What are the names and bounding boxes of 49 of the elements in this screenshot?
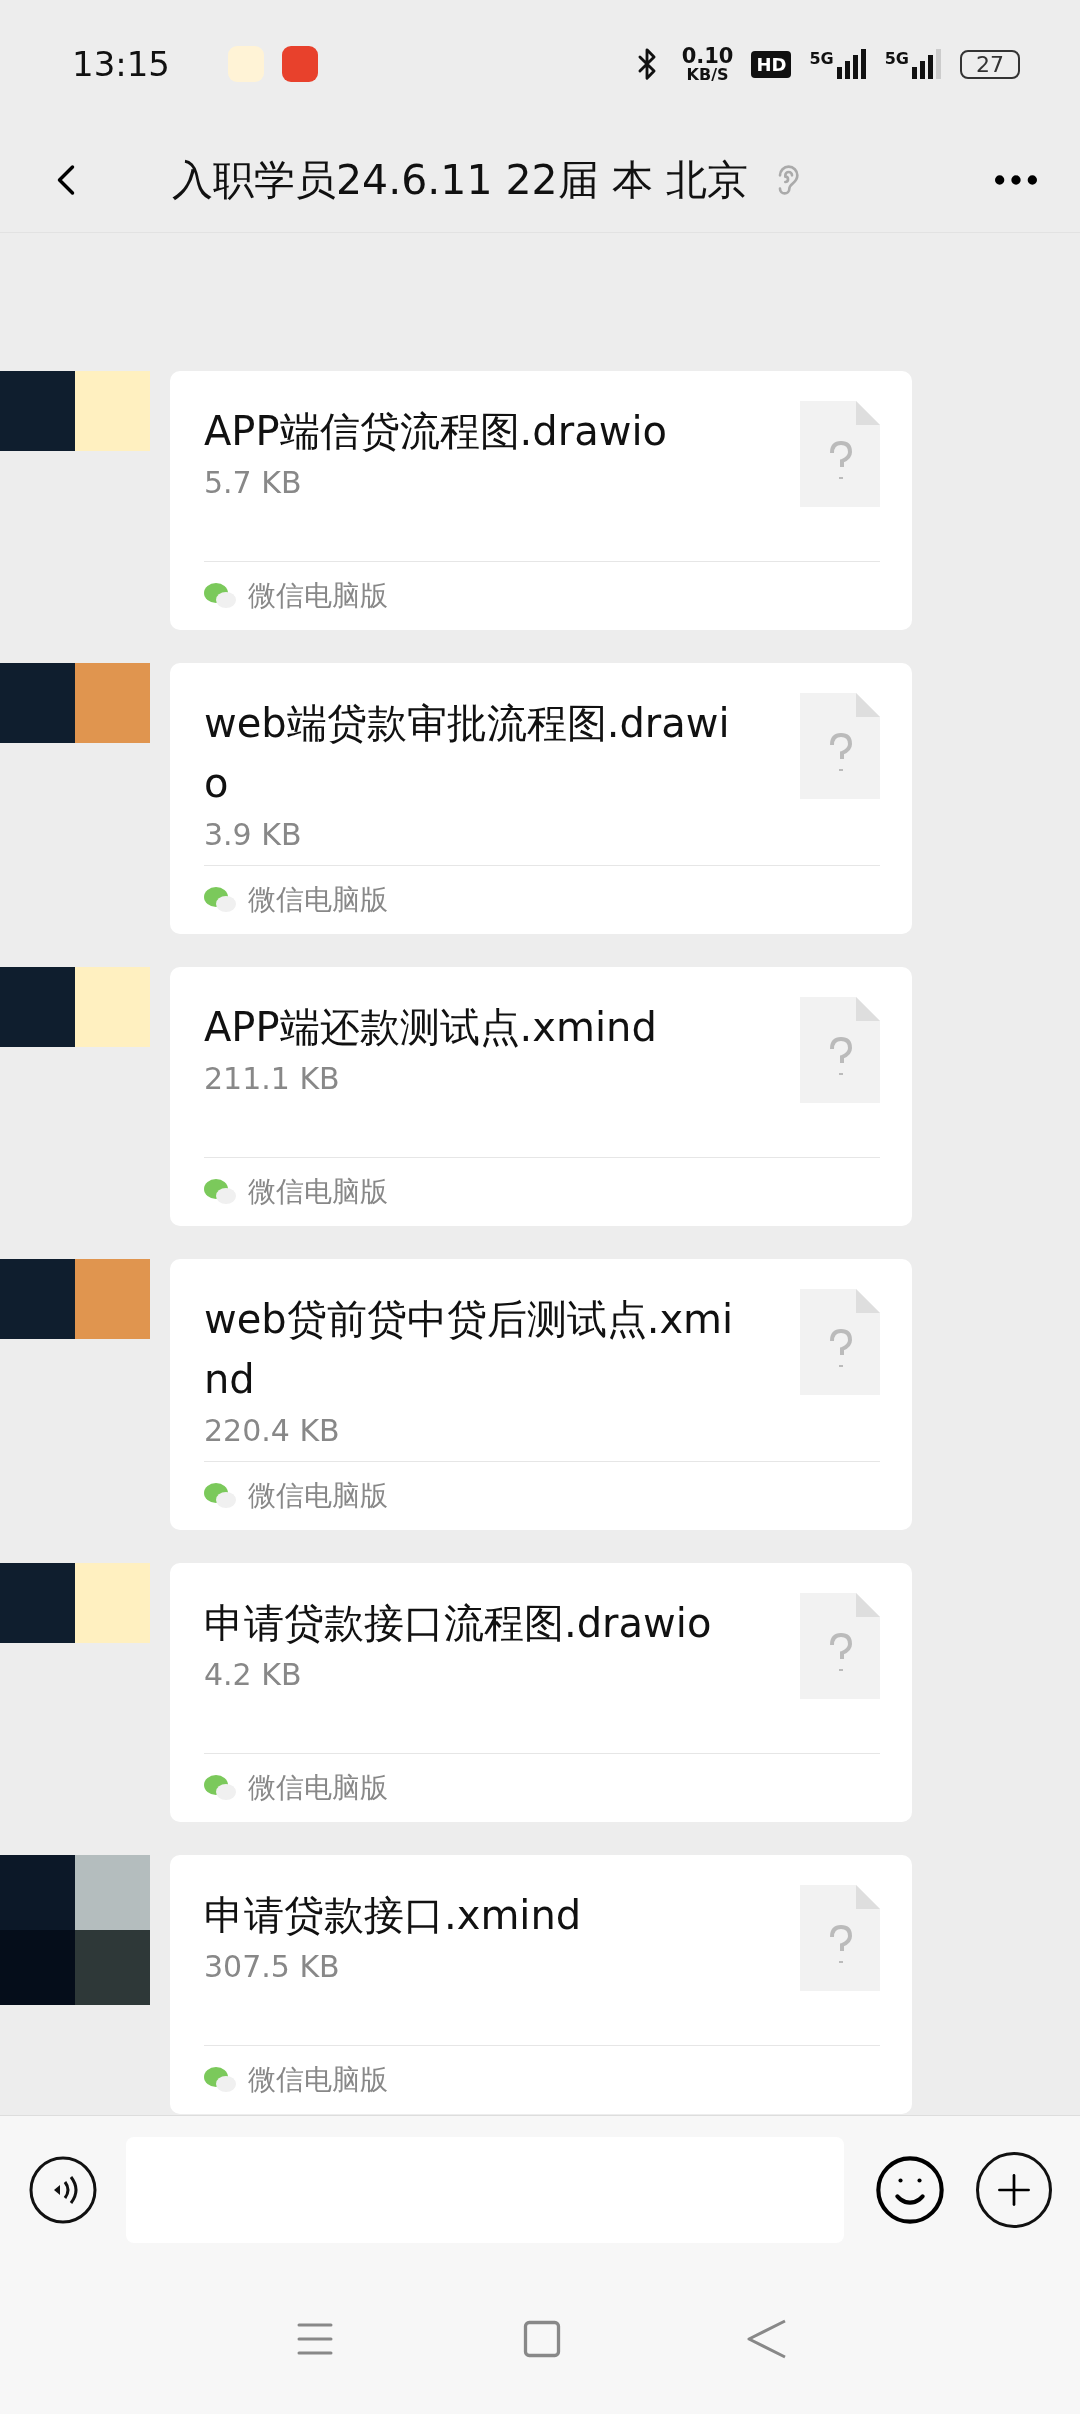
signal-icon (912, 49, 942, 79)
source-label: 微信电脑版 (248, 1478, 388, 1514)
file-message-card[interactable]: APP端信贷流程图.drawio 5.7 KB 微信电脑版 (170, 371, 912, 630)
chat-bubbles-icon (204, 1775, 236, 1801)
file-size: 5.7 KB (204, 464, 303, 502)
file-name: APP端还款测试点.xmind (204, 1003, 658, 1052)
file-size: 4.2 KB (204, 1656, 303, 1694)
chat-bubbles-icon (204, 1179, 236, 1205)
file-name: 申请贷款接口.xmind (204, 1891, 583, 1940)
source-label: 微信电脑版 (248, 1770, 388, 1806)
app-icon (282, 46, 318, 82)
source-label: 微信电脑版 (248, 1174, 388, 1210)
file-name: web端贷款审批流程图.drawio (204, 699, 731, 808)
file-name: APP端信贷流程图.drawio (204, 407, 668, 456)
voice-icon[interactable] (28, 2155, 98, 2225)
clock-time: 13:15 (72, 44, 170, 84)
unknown-file-icon (800, 1593, 880, 1699)
battery-level: 27 (960, 49, 1020, 79)
source-label: 微信电脑版 (248, 578, 388, 614)
source-label: 微信电脑版 (248, 2062, 388, 2098)
chat-title: 入职学员24.6.11 22届 本 北京 (172, 154, 748, 206)
network-type: 5G (809, 49, 834, 68)
file-name: 申请贷款接口流程图.drawio (204, 1599, 713, 1648)
unknown-file-icon (800, 1289, 880, 1395)
file-size: 220.4 KB (204, 1412, 341, 1450)
net-speed: 0.10 (681, 45, 734, 67)
unknown-file-icon (800, 693, 880, 799)
chat-bubbles-icon (204, 2067, 236, 2093)
file-size: 307.5 KB (204, 1948, 341, 1986)
chat-bubbles-icon (204, 887, 236, 913)
chat-bubbles-icon (204, 583, 236, 609)
network-type: 5G (884, 49, 909, 68)
unknown-file-icon (800, 997, 880, 1103)
file-size: 211.1 KB (204, 1060, 341, 1098)
file-message-card[interactable]: web贷前贷中贷后测试点.xmind 220.4 KB 微信电脑版 (170, 1259, 912, 1530)
file-message-card[interactable]: web端贷款审批流程图.drawio 3.9 KB 微信电脑版 (170, 663, 912, 934)
hd-badge: HD (751, 50, 792, 78)
unknown-file-icon (800, 401, 880, 507)
file-message-card[interactable]: 申请贷款接口流程图.drawio 4.2 KB 微信电脑版 (170, 1563, 912, 1822)
file-message-card[interactable]: APP端还款测试点.xmind 211.1 KB 微信电脑版 (170, 967, 912, 1226)
add-icon[interactable] (976, 2152, 1052, 2228)
unknown-file-icon (800, 1885, 880, 1991)
net-speed-unit: KB/S (686, 66, 729, 83)
chat-bubbles-icon (204, 1483, 236, 1509)
file-name: web贷前贷中贷后测试点.xmind (204, 1295, 735, 1404)
source-label: 微信电脑版 (248, 882, 388, 918)
signal-icon (836, 49, 867, 79)
file-message-card[interactable]: 申请贷款接口.xmind 307.5 KB 微信电脑版 (170, 1855, 912, 2114)
file-size: 3.9 KB (204, 816, 303, 854)
